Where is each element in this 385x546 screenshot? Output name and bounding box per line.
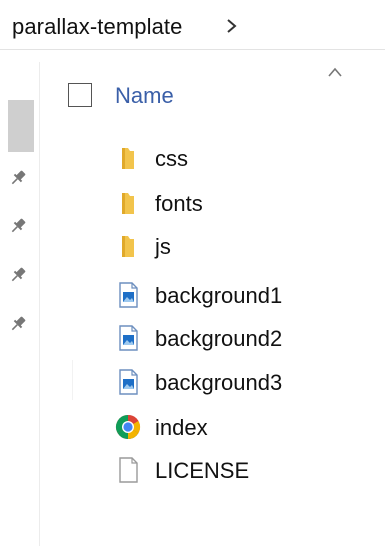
list-item[interactable]: fonts [110, 185, 370, 221]
list-item[interactable]: index [110, 409, 370, 445]
pin-icon[interactable] [8, 265, 28, 285]
sort-up-icon[interactable] [327, 66, 343, 78]
file-name: background2 [155, 326, 283, 351]
nav-scrollbar-thumb[interactable] [8, 100, 34, 152]
blank-file-icon [119, 457, 138, 483]
divider [72, 360, 73, 400]
file-name: index [155, 415, 208, 440]
pin-icon[interactable] [8, 168, 28, 188]
folder-icon [122, 236, 134, 257]
breadcrumb: parallax-template [0, 0, 385, 50]
list-item[interactable]: LICENSE [110, 452, 370, 488]
image-file-icon [119, 325, 138, 351]
file-name: background1 [155, 283, 283, 308]
file-name: fonts [155, 191, 203, 216]
file-name: js [155, 234, 171, 259]
file-name: LICENSE [155, 458, 250, 483]
pane-divider[interactable] [39, 62, 40, 546]
list-item[interactable]: background2 [110, 320, 370, 356]
pin-icon[interactable] [8, 216, 28, 236]
folder-icon [122, 148, 134, 169]
column-header-name[interactable]: Name [115, 83, 174, 109]
folder-icon [122, 193, 134, 214]
list-item[interactable]: background1 [110, 277, 370, 313]
pin-icon[interactable] [8, 314, 28, 334]
file-name: background3 [155, 370, 283, 395]
list-item[interactable]: js [110, 228, 370, 264]
chevron-right-icon[interactable] [225, 17, 239, 35]
image-file-icon [119, 282, 138, 308]
breadcrumb-folder[interactable]: parallax-template [12, 14, 182, 40]
list-item[interactable]: background3 [110, 364, 370, 400]
select-all-checkbox[interactable] [68, 83, 92, 107]
chrome-icon [115, 415, 141, 440]
file-name: css [155, 146, 188, 171]
explorer-window: parallax-template Name css fonts js back… [0, 0, 385, 546]
list-item[interactable]: css [110, 140, 370, 176]
image-file-icon [119, 369, 138, 395]
